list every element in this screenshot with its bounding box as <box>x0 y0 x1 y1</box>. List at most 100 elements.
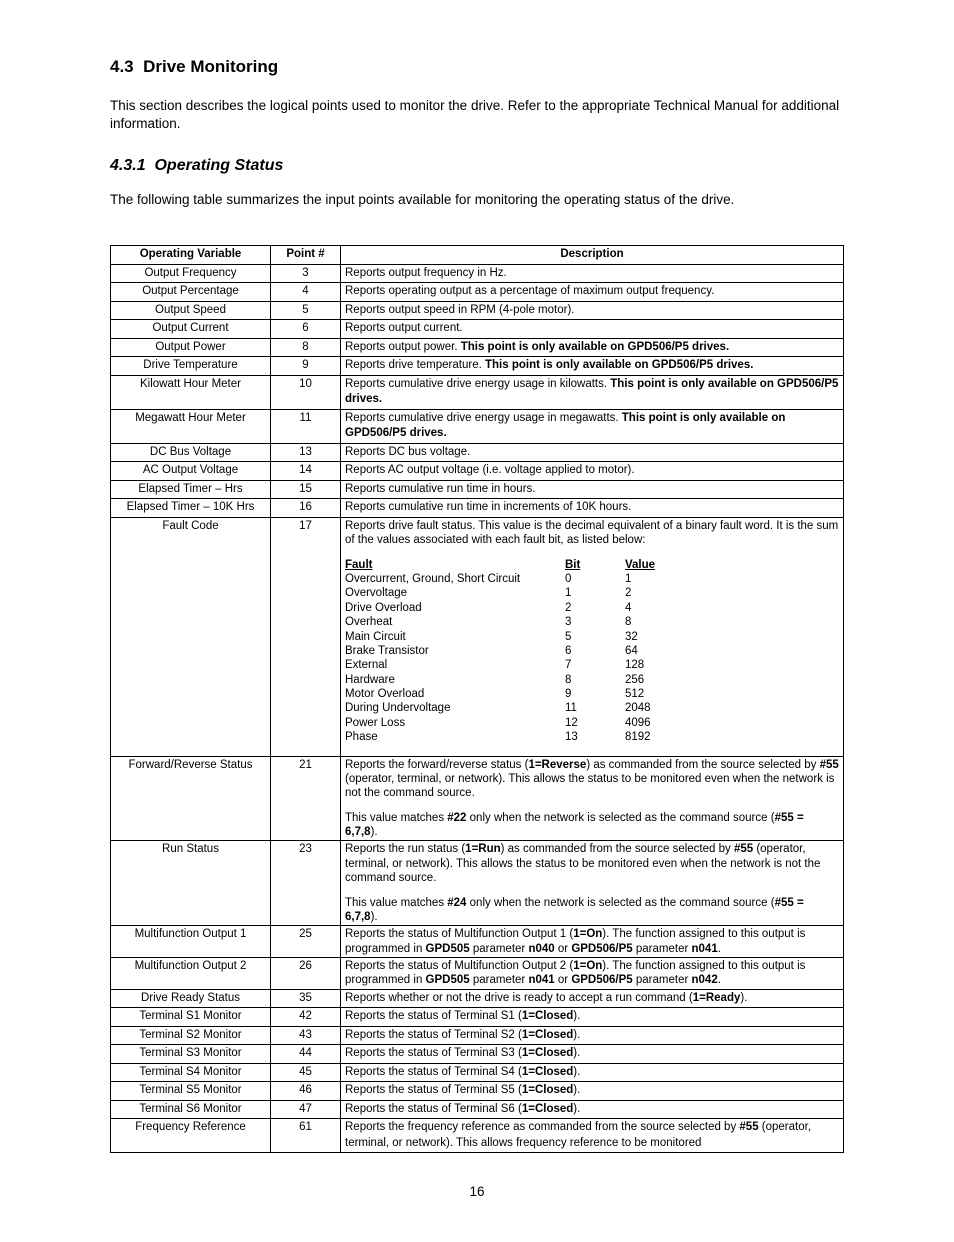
cell-point: 8 <box>271 338 341 357</box>
cell-variable: Run Status <box>111 841 271 926</box>
cell-variable: Multifunction Output 1 <box>111 926 271 958</box>
table-row: Output Power8Reports output power. This … <box>111 338 844 357</box>
cell-point: 47 <box>271 1100 341 1119</box>
table-row: Terminal S2 Monitor43Reports the status … <box>111 1026 844 1045</box>
fault-row: Hardware8256 <box>345 673 839 687</box>
cell-description: Reports cumulative drive energy usage in… <box>341 409 844 443</box>
cell-description: Reports cumulative run time in hours. <box>341 480 844 499</box>
section-title: Drive Monitoring <box>143 57 278 76</box>
page-number: 16 <box>110 1183 844 1201</box>
fault-row: Motor Overload9512 <box>345 687 839 701</box>
cell-point: 3 <box>271 264 341 283</box>
cell-point: 11 <box>271 409 341 443</box>
cell-point: 21 <box>271 756 341 841</box>
cell-description: Reports output power. This point is only… <box>341 338 844 357</box>
table-row: Elapsed Timer – 10K Hrs16Reports cumulat… <box>111 499 844 518</box>
table-row: Terminal S3 Monitor44Reports the status … <box>111 1045 844 1064</box>
cell-point: 13 <box>271 443 341 462</box>
table-row: Run Status 23 Reports the run status (1=… <box>111 841 844 926</box>
cell-variable: Terminal S1 Monitor <box>111 1008 271 1027</box>
cell-point: 43 <box>271 1026 341 1045</box>
section-heading: 4.3 Drive Monitoring <box>110 56 844 79</box>
cell-variable: AC Output Voltage <box>111 462 271 481</box>
cell-variable: Drive Ready Status <box>111 989 271 1008</box>
cell-variable: Terminal S4 Monitor <box>111 1063 271 1082</box>
cell-point: 45 <box>271 1063 341 1082</box>
cell-variable: Output Power <box>111 338 271 357</box>
cell-variable: Terminal S6 Monitor <box>111 1100 271 1119</box>
cell-point: 35 <box>271 989 341 1008</box>
cell-description: Reports cumulative drive energy usage in… <box>341 375 844 409</box>
cell-description: Reports drive temperature. This point is… <box>341 357 844 376</box>
cell-point: 9 <box>271 357 341 376</box>
col-point-number: Point # <box>271 246 341 265</box>
cell-variable: Output Percentage <box>111 283 271 302</box>
cell-point: 14 <box>271 462 341 481</box>
cell-description: Reports the status of Terminal S5 (1=Clo… <box>341 1082 844 1101</box>
cell-variable: Elapsed Timer – 10K Hrs <box>111 499 271 518</box>
cell-variable: Output Current <box>111 320 271 339</box>
cell-variable: DC Bus Voltage <box>111 443 271 462</box>
table-row: Fault Code 17 Reports drive fault status… <box>111 517 844 756</box>
fault-row: Overvoltage12 <box>345 586 839 600</box>
cell-point: 15 <box>271 480 341 499</box>
table-row: Output Frequency3Reports output frequenc… <box>111 264 844 283</box>
table-row: Terminal S1 Monitor42Reports the status … <box>111 1008 844 1027</box>
table-row: Output Current6Reports output current. <box>111 320 844 339</box>
cell-point: 44 <box>271 1045 341 1064</box>
subsection-title: Operating Status <box>154 157 283 174</box>
col-description: Description <box>341 246 844 265</box>
table-row: Terminal S6 Monitor47Reports the status … <box>111 1100 844 1119</box>
table-row: DC Bus Voltage13Reports DC bus voltage. <box>111 443 844 462</box>
table-row: Frequency Reference 61 Reports the frequ… <box>111 1119 844 1153</box>
cell-description: Reports the frequency reference as comma… <box>341 1119 844 1153</box>
table-header-row: Operating Variable Point # Description <box>111 246 844 265</box>
section-number: 4.3 <box>110 57 134 76</box>
table-row: Forward/Reverse Status 21 Reports the fo… <box>111 756 844 841</box>
cell-description: Reports output frequency in Hz. <box>341 264 844 283</box>
operating-status-table: Operating Variable Point # Description O… <box>110 245 844 1153</box>
cell-variable: Drive Temperature <box>111 357 271 376</box>
cell-description: Reports the forward/reverse status (1=Re… <box>341 756 844 841</box>
fault-row: Main Circuit532 <box>345 630 839 644</box>
fault-row: During Undervoltage112048 <box>345 701 839 715</box>
table-row: Terminal S4 Monitor45Reports the status … <box>111 1063 844 1082</box>
fault-row: External7128 <box>345 658 839 672</box>
table-row: Drive Temperature9Reports drive temperat… <box>111 357 844 376</box>
cell-description: Reports the status of Terminal S1 (1=Clo… <box>341 1008 844 1027</box>
cell-description: Reports the status of Multifunction Outp… <box>341 926 844 958</box>
fault-row: Power Loss124096 <box>345 716 839 730</box>
cell-description: Reports AC output voltage (i.e. voltage … <box>341 462 844 481</box>
table-row: Kilowatt Hour Meter10Reports cumulative … <box>111 375 844 409</box>
cell-description: Reports drive fault status. This value i… <box>341 517 844 756</box>
cell-description: Reports cumulative run time in increment… <box>341 499 844 518</box>
fault-row: Phase138192 <box>345 730 839 744</box>
cell-variable: Frequency Reference <box>111 1119 271 1153</box>
cell-description: Reports the run status (1=Run) as comman… <box>341 841 844 926</box>
cell-variable: Elapsed Timer – Hrs <box>111 480 271 499</box>
cell-point: 5 <box>271 301 341 320</box>
fault-row: Drive Overload24 <box>345 601 839 615</box>
cell-variable: Output Frequency <box>111 264 271 283</box>
cell-variable: Terminal S5 Monitor <box>111 1082 271 1101</box>
table-row: Elapsed Timer – Hrs15Reports cumulative … <box>111 480 844 499</box>
table-row: Multifunction Output 1 25 Reports the st… <box>111 926 844 958</box>
table-row: Output Speed5Reports output speed in RPM… <box>111 301 844 320</box>
fault-bit-table: Fault Bit Value Overcurrent, Ground, Sho… <box>345 558 839 745</box>
cell-variable: Output Speed <box>111 301 271 320</box>
cell-description: Reports whether or not the drive is read… <box>341 989 844 1008</box>
cell-point: 4 <box>271 283 341 302</box>
table-row: Megawatt Hour Meter11Reports cumulative … <box>111 409 844 443</box>
cell-point: 17 <box>271 517 341 756</box>
cell-description: Reports DC bus voltage. <box>341 443 844 462</box>
cell-variable: Multifunction Output 2 <box>111 958 271 990</box>
cell-point: 23 <box>271 841 341 926</box>
cell-point: 10 <box>271 375 341 409</box>
cell-description: Reports output current. <box>341 320 844 339</box>
table-row: Output Percentage4Reports operating outp… <box>111 283 844 302</box>
cell-point: 6 <box>271 320 341 339</box>
table-row: AC Output Voltage14Reports AC output vol… <box>111 462 844 481</box>
cell-description: Reports the status of Terminal S6 (1=Clo… <box>341 1100 844 1119</box>
cell-point: 26 <box>271 958 341 990</box>
cell-variable: Kilowatt Hour Meter <box>111 375 271 409</box>
